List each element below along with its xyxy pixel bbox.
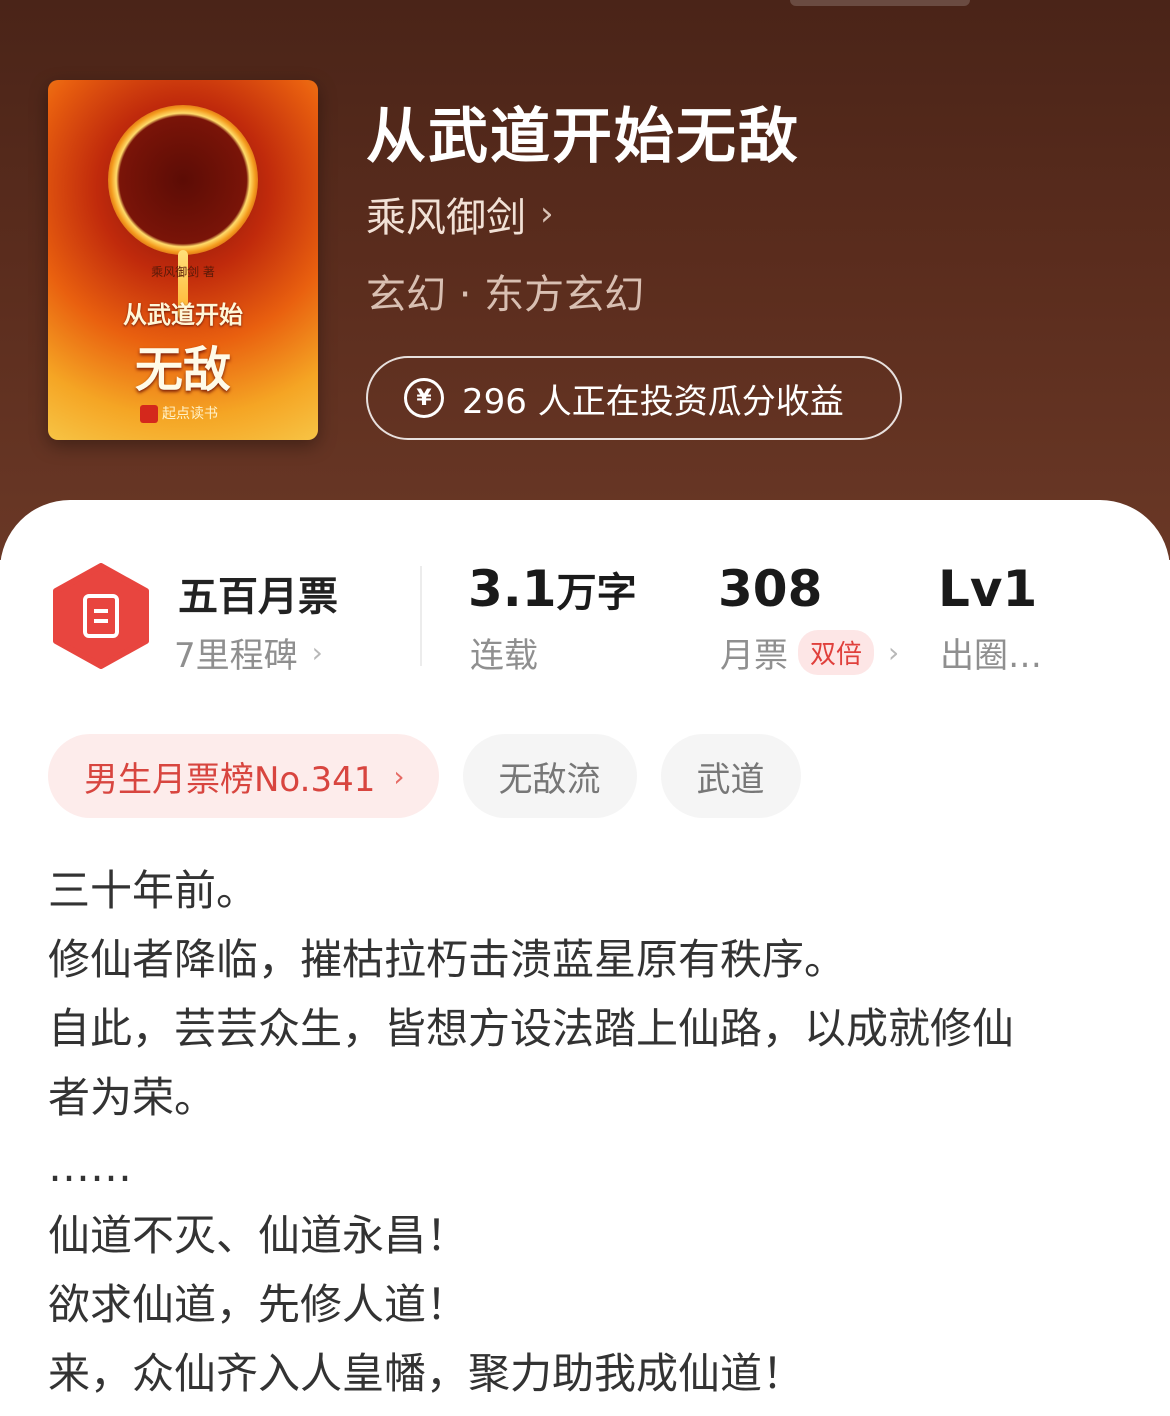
monthly-ticket-badge-icon[interactable] bbox=[52, 563, 150, 669]
monthly-ticket-title: 五百月票 bbox=[178, 574, 338, 620]
intro-line: 三十年前。 bbox=[48, 866, 259, 915]
chevron-right-icon: › bbox=[393, 759, 405, 793]
yen-icon: ¥ bbox=[404, 378, 444, 418]
intro-line: 来，众仙齐入人皇幡，聚力助我成仙道！ bbox=[48, 1349, 805, 1398]
ticket-line bbox=[94, 609, 108, 613]
word-count-unit: 万字 bbox=[556, 570, 637, 616]
book-title: 从武道开始无敌 bbox=[366, 102, 800, 172]
serial-status: 连载 bbox=[470, 636, 538, 676]
double-badge: 双倍 bbox=[798, 630, 875, 675]
book-genre: 玄幻 · 东方玄幻 bbox=[366, 272, 645, 318]
chevron-right-icon: › bbox=[540, 194, 554, 234]
cover-author: 乘风御剑 著 bbox=[151, 265, 215, 279]
cover-publisher-text: 起点读书 bbox=[162, 406, 218, 422]
rank-tag[interactable]: 男生月票榜No.341 › bbox=[48, 734, 439, 818]
cover-title-line2: 无敌 bbox=[134, 342, 231, 398]
level-label[interactable]: 出圈… bbox=[940, 628, 1042, 677]
intro-line: 仙道不灭、仙道永昌！ bbox=[48, 1211, 469, 1260]
tag-row: 男生月票榜No.341 › 无敌流 武道 bbox=[48, 734, 825, 818]
author-link[interactable]: 乘风御剑 › bbox=[366, 185, 554, 243]
intro-line: …… bbox=[48, 1142, 132, 1191]
book-intro[interactable]: 三十年前。 修仙者降临，摧枯拉朽击溃蓝星原有秩序。 自此，芸芸众生，皆想方设法踏… bbox=[48, 856, 1128, 1408]
rank-tag-text: 男生月票榜No.341 bbox=[84, 759, 376, 800]
cover-title-line1: 从武道开始 bbox=[123, 301, 243, 329]
chevron-right-icon: › bbox=[311, 636, 323, 669]
intro-line: 欲求仙道，先修人道！ bbox=[48, 1280, 469, 1329]
cover-publisher: 起点读书 bbox=[140, 403, 218, 423]
author-name: 乘风御剑 bbox=[366, 195, 526, 241]
tag-martial[interactable]: 武道 bbox=[660, 734, 801, 818]
cover-sun-art bbox=[108, 105, 258, 255]
status-strip bbox=[790, 0, 970, 6]
intro-line: 者为荣。 bbox=[48, 1073, 217, 1122]
milestone-link[interactable]: 7里程碑 › bbox=[174, 628, 323, 677]
intro-line: 自此，芸芸众生，皆想方设法踏上仙路，以成就修仙 bbox=[48, 1004, 1015, 1053]
vote-count: 308 bbox=[718, 560, 823, 618]
vote-link[interactable]: 月票 双倍 › bbox=[720, 628, 899, 677]
publisher-logo-icon bbox=[140, 405, 158, 423]
book-cover[interactable]: 乘风御剑 著 从武道开始 无敌 起点读书 bbox=[48, 80, 318, 440]
word-count: 3.1万字 bbox=[468, 560, 637, 618]
invest-text: 296 人正在投资瓜分收益 bbox=[462, 381, 844, 422]
ticket-icon bbox=[83, 594, 119, 638]
ticket-line bbox=[94, 619, 108, 623]
tag-invincible[interactable]: 无敌流 bbox=[462, 734, 637, 818]
invest-button[interactable]: ¥ 296 人正在投资瓜分收益 bbox=[366, 356, 902, 440]
word-count-value: 3.1 bbox=[468, 560, 557, 618]
chevron-right-icon: › bbox=[888, 636, 900, 669]
vote-label: 月票 bbox=[720, 636, 788, 676]
intro-line: 修仙者降临，摧枯拉朽击溃蓝星原有秩序。 bbox=[48, 935, 847, 984]
stat-divider bbox=[420, 566, 422, 666]
level-value: Lv1 bbox=[938, 560, 1038, 618]
milestone-text: 7里程碑 bbox=[174, 636, 298, 676]
